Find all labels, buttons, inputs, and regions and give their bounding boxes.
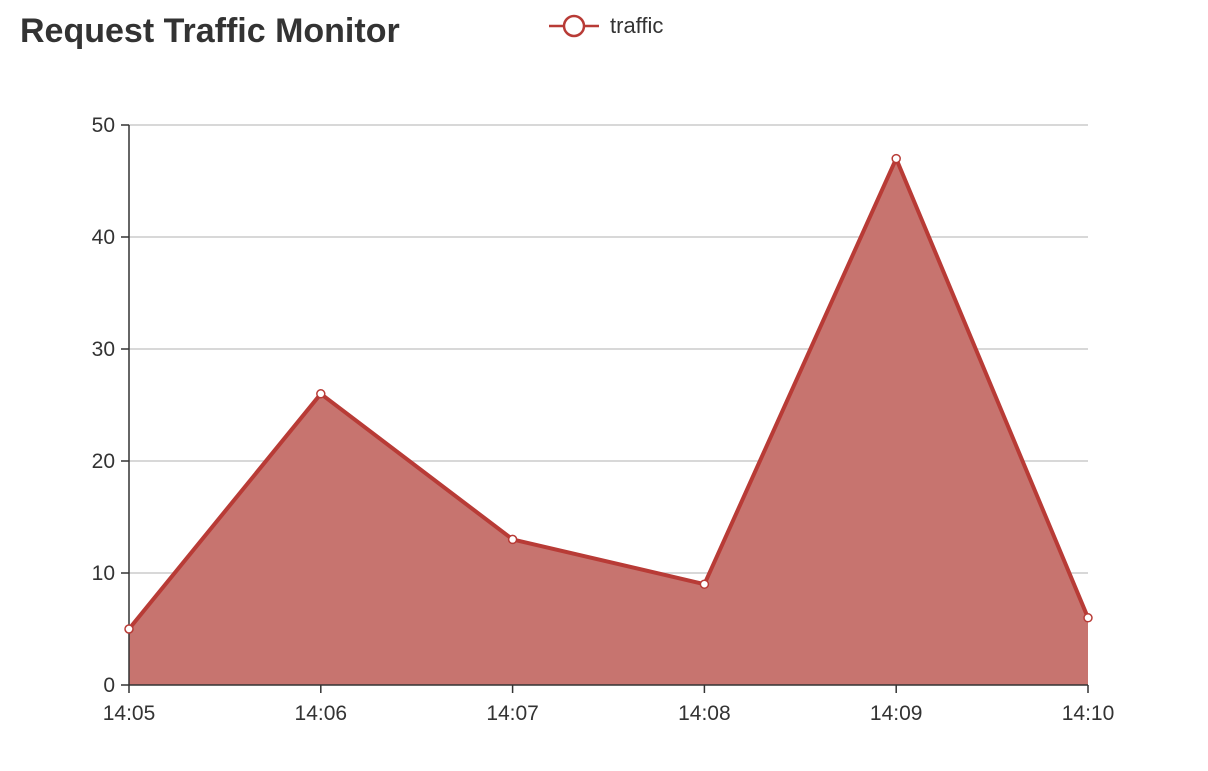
x-tick-label: 14:05 — [103, 702, 156, 725]
x-tick-label: 14:08 — [678, 702, 731, 725]
data-point[interactable] — [699, 579, 710, 589]
legend-label-traffic: traffic — [610, 13, 663, 38]
chart-title: Request Traffic Monitor — [20, 12, 400, 50]
y-tick-label: 10 — [92, 562, 115, 585]
data-point[interactable] — [891, 153, 901, 164]
data-point[interactable] — [1083, 613, 1093, 623]
y-tick-label: 30 — [92, 338, 115, 361]
area-chart: Request Traffic Monitor traffic 0 10 20 30 4… — [20, 12, 1115, 725]
y-tick-label: 20 — [92, 450, 115, 473]
data-point[interactable] — [124, 624, 134, 634]
x-axis-tick-labels: 14:05 14:06 14:07 14:08 14:09 14:10 — [103, 702, 1115, 725]
x-tick-label: 14:10 — [1062, 702, 1115, 725]
legend-circle-marker — [562, 14, 586, 38]
y-tick-label: 40 — [92, 226, 115, 249]
y-tick-label: 0 — [103, 674, 115, 697]
x-tick-label: 14:09 — [870, 702, 923, 725]
data-point[interactable] — [507, 534, 518, 545]
y-axis-tick-labels: 0 10 20 30 40 50 — [92, 114, 115, 697]
x-tick-label: 14:07 — [486, 702, 539, 725]
x-tick-label: 14:06 — [295, 702, 348, 725]
legend[interactable]: traffic — [549, 13, 663, 38]
data-point[interactable] — [316, 389, 326, 399]
y-tick-label: 50 — [92, 114, 115, 137]
chart-container: Request Traffic Monitor traffic 0 10 20 30 4… — [0, 0, 1208, 766]
